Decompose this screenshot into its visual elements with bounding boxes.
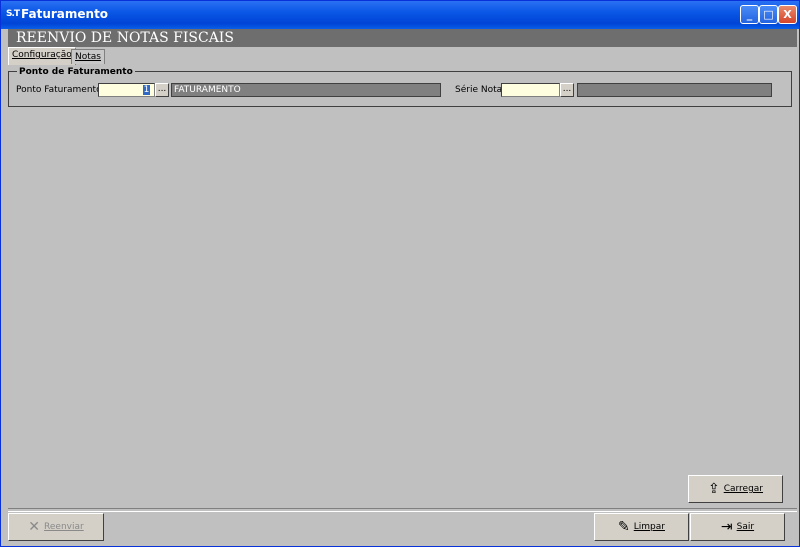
reenviar-label: Reenviar (44, 522, 84, 532)
serie-nota-input[interactable] (501, 83, 560, 97)
reenviar-button[interactable]: ✕ Reenviar (8, 513, 104, 541)
serie-nota-label: Série Nota (455, 85, 503, 95)
exit-door-icon: ⇥ (720, 519, 733, 535)
window-title: Faturamento (21, 7, 109, 21)
serie-nota-description (577, 83, 772, 97)
carregar-button[interactable]: ⇪ Carregar (688, 475, 783, 503)
tab-notas[interactable]: Notas (71, 49, 105, 64)
sair-label: Sair (736, 522, 755, 532)
tab-configuracao[interactable]: Configuração (8, 47, 76, 65)
load-icon: ⇪ (707, 481, 720, 497)
ponto-faturamento-description: FATURAMENTO (171, 83, 441, 97)
maximize-button[interactable]: □ (759, 5, 778, 24)
page-title: REENVIO DE NOTAS FISCAIS (16, 30, 234, 46)
tab-label: Configuração (12, 50, 72, 60)
ellipsis-icon: ... (562, 84, 572, 94)
serie-nota-lookup-button[interactable]: ... (560, 83, 574, 97)
group-title: Ponto de Faturamento (17, 67, 135, 78)
ellipsis-icon: ... (157, 84, 167, 94)
minimize-button[interactable]: _ (740, 5, 759, 24)
carregar-label: Carregar (723, 484, 764, 494)
ponto-faturamento-lookup-button[interactable]: ... (155, 83, 169, 97)
ponto-faturamento-value: 1 (143, 85, 150, 95)
app-icon: S.T (6, 9, 20, 19)
ponto-faturamento-input[interactable]: 1 (98, 83, 155, 97)
ponto-faturamento-group: Ponto de Faturamento Ponto Faturamento 1… (8, 67, 792, 107)
footer-divider (8, 508, 797, 512)
main-window: S.T Faturamento _ □ X REENVIO DE NOTAS F… (0, 0, 800, 547)
title-bar[interactable]: S.T Faturamento _ □ X (1, 1, 799, 29)
x-icon: ✕ (28, 519, 41, 535)
maximize-icon: □ (763, 8, 774, 21)
close-button[interactable]: X (778, 5, 797, 24)
limpar-button[interactable]: ✎ Limpar (594, 513, 689, 541)
close-icon: X (783, 8, 792, 21)
broom-icon: ✎ (618, 519, 630, 535)
page-header: REENVIO DE NOTAS FISCAIS (8, 29, 797, 47)
sair-button[interactable]: ⇥ Sair (690, 513, 785, 541)
tab-label: Notas (75, 52, 101, 62)
tab-strip: Configuração Notas (8, 47, 797, 65)
limpar-label: Limpar (633, 522, 665, 532)
ponto-faturamento-label: Ponto Faturamento (16, 85, 102, 95)
minimize-icon: _ (746, 8, 753, 21)
